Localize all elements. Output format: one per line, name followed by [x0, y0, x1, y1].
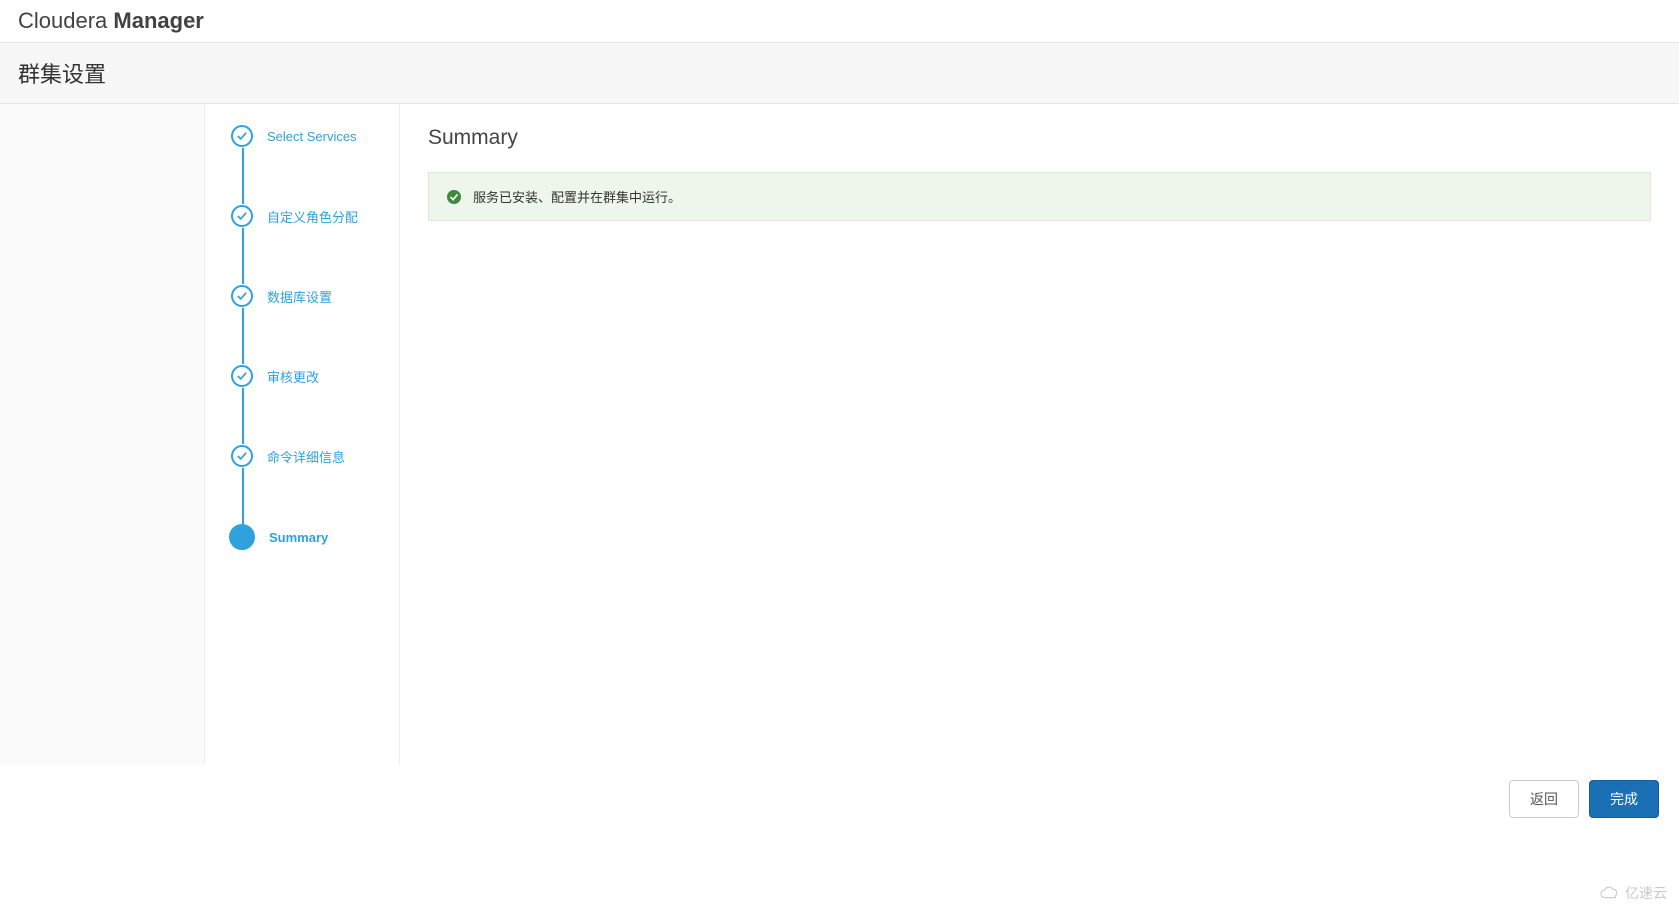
back-button[interactable]: 返回 [1509, 780, 1579, 818]
app-header: Cloudera Manager [0, 0, 1679, 43]
wizard-step-select-services[interactable]: Select Services [221, 124, 381, 148]
wizard-step-label: Summary [269, 530, 328, 545]
wizard-step-label: Select Services [267, 129, 357, 144]
alert-message: 服务已安装、配置并在群集中运行。 [473, 187, 681, 206]
watermark-text: 亿速云 [1625, 883, 1667, 903]
step-connector [242, 148, 244, 204]
wizard-footer: 返回 完成 [0, 764, 1679, 834]
page-subheader: 群集设置 [0, 43, 1679, 104]
check-circle-icon [231, 445, 253, 467]
wizard-step-command-details[interactable]: 命令详细信息 [221, 444, 381, 468]
step-connector [242, 308, 244, 364]
step-connector [242, 228, 244, 284]
success-alert: 服务已安装、配置并在群集中运行。 [428, 172, 1651, 221]
check-circle-icon [231, 365, 253, 387]
brand-light: Cloudera [18, 8, 113, 33]
left-gutter [0, 104, 205, 764]
brand-logo: Cloudera Manager [18, 8, 204, 33]
check-circle-icon [231, 125, 253, 147]
wizard-step-label: 自定义角色分配 [267, 207, 358, 226]
check-circle-icon [231, 205, 253, 227]
check-circle-solid-icon [447, 190, 461, 204]
wizard-step-summary[interactable]: Summary [221, 524, 381, 550]
wizard-nav: Select Services 自定义角色分配 数据库设置 审核更改 [205, 104, 400, 764]
wizard-step-label: 命令详细信息 [267, 447, 345, 466]
wizard-step-review[interactable]: 审核更改 [221, 364, 381, 388]
brand-bold: Manager [113, 8, 203, 33]
content-title: Summary [428, 126, 1651, 150]
watermark: 亿速云 [1599, 883, 1667, 903]
wizard-step-database[interactable]: 数据库设置 [221, 284, 381, 308]
finish-button[interactable]: 完成 [1589, 780, 1659, 818]
wizard-step-label: 数据库设置 [267, 287, 332, 306]
check-circle-icon [231, 285, 253, 307]
step-connector [242, 388, 244, 444]
step-connector [242, 468, 244, 524]
wizard-step-label: 审核更改 [267, 367, 319, 386]
page-title: 群集设置 [18, 57, 1661, 89]
current-step-icon [229, 524, 255, 550]
main-layout: Select Services 自定义角色分配 数据库设置 审核更改 [0, 104, 1679, 764]
content-panel: Summary 服务已安装、配置并在群集中运行。 [400, 104, 1679, 764]
cloud-icon [1599, 886, 1621, 900]
wizard-step-custom-roles[interactable]: 自定义角色分配 [221, 204, 381, 228]
